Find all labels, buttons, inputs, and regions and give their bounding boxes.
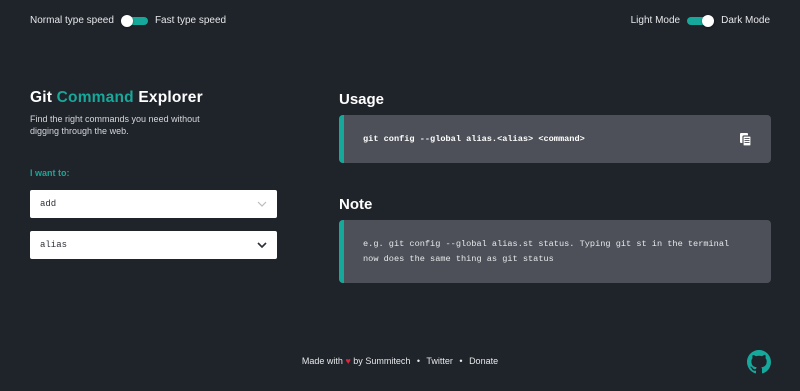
- secondary-option-value: alias: [40, 240, 68, 250]
- separator: •: [416, 356, 421, 366]
- note-heading: Note: [339, 196, 373, 213]
- copy-icon[interactable]: [739, 132, 753, 147]
- note-text: e.g. git config --global alias.st status…: [363, 239, 730, 264]
- switch-knob: [120, 14, 133, 27]
- theme-toggle-group: Light Mode Dark Mode: [630, 14, 770, 27]
- donate-link[interactable]: Donate: [469, 356, 498, 366]
- type-speed-toggle-group: Normal type speed Fast type speed: [30, 14, 227, 27]
- usage-accent-bar: [339, 115, 344, 163]
- primary-option-value: add: [40, 199, 57, 209]
- page-subtitle: Find the right commands you need without…: [30, 114, 200, 136]
- note-panel: e.g. git config --global alias.st status…: [339, 220, 771, 283]
- title-git: Git: [30, 89, 53, 106]
- chevron-down-icon: [257, 199, 267, 209]
- title-explorer: Explorer: [138, 89, 203, 106]
- theme-switch[interactable]: [687, 14, 715, 27]
- usage-heading: Usage: [339, 91, 385, 108]
- by-text: by: [353, 356, 363, 366]
- secondary-option-select[interactable]: alias: [30, 231, 277, 259]
- fast-speed-label: Fast type speed: [154, 15, 227, 26]
- heart-icon: ♥: [345, 356, 351, 366]
- usage-command: git config --global alias.<alias> <comma…: [363, 134, 585, 144]
- dark-mode-label: Dark Mode: [721, 15, 770, 26]
- chevron-down-icon: [257, 240, 267, 250]
- want-to-label: I want to:: [30, 168, 70, 178]
- twitter-link[interactable]: Twitter: [426, 356, 453, 366]
- page: Normal type speed Fast type speed Light …: [0, 0, 800, 391]
- author-link[interactable]: Summitech: [365, 356, 410, 366]
- page-title: Git Command Explorer: [30, 89, 203, 107]
- github-icon[interactable]: [747, 350, 771, 374]
- type-speed-switch[interactable]: [120, 14, 148, 27]
- title-command: Command: [56, 89, 134, 106]
- light-mode-label: Light Mode: [630, 15, 681, 26]
- usage-panel: git config --global alias.<alias> <comma…: [339, 115, 771, 163]
- primary-option-select[interactable]: add: [30, 190, 277, 218]
- switch-knob: [702, 14, 715, 27]
- normal-speed-label: Normal type speed: [30, 15, 114, 26]
- footer: Made with ♥ by Summitech • Twitter • Don…: [0, 356, 800, 366]
- note-accent-bar: [339, 220, 344, 283]
- made-with-text: Made with: [301, 356, 343, 366]
- separator: •: [459, 356, 463, 366]
